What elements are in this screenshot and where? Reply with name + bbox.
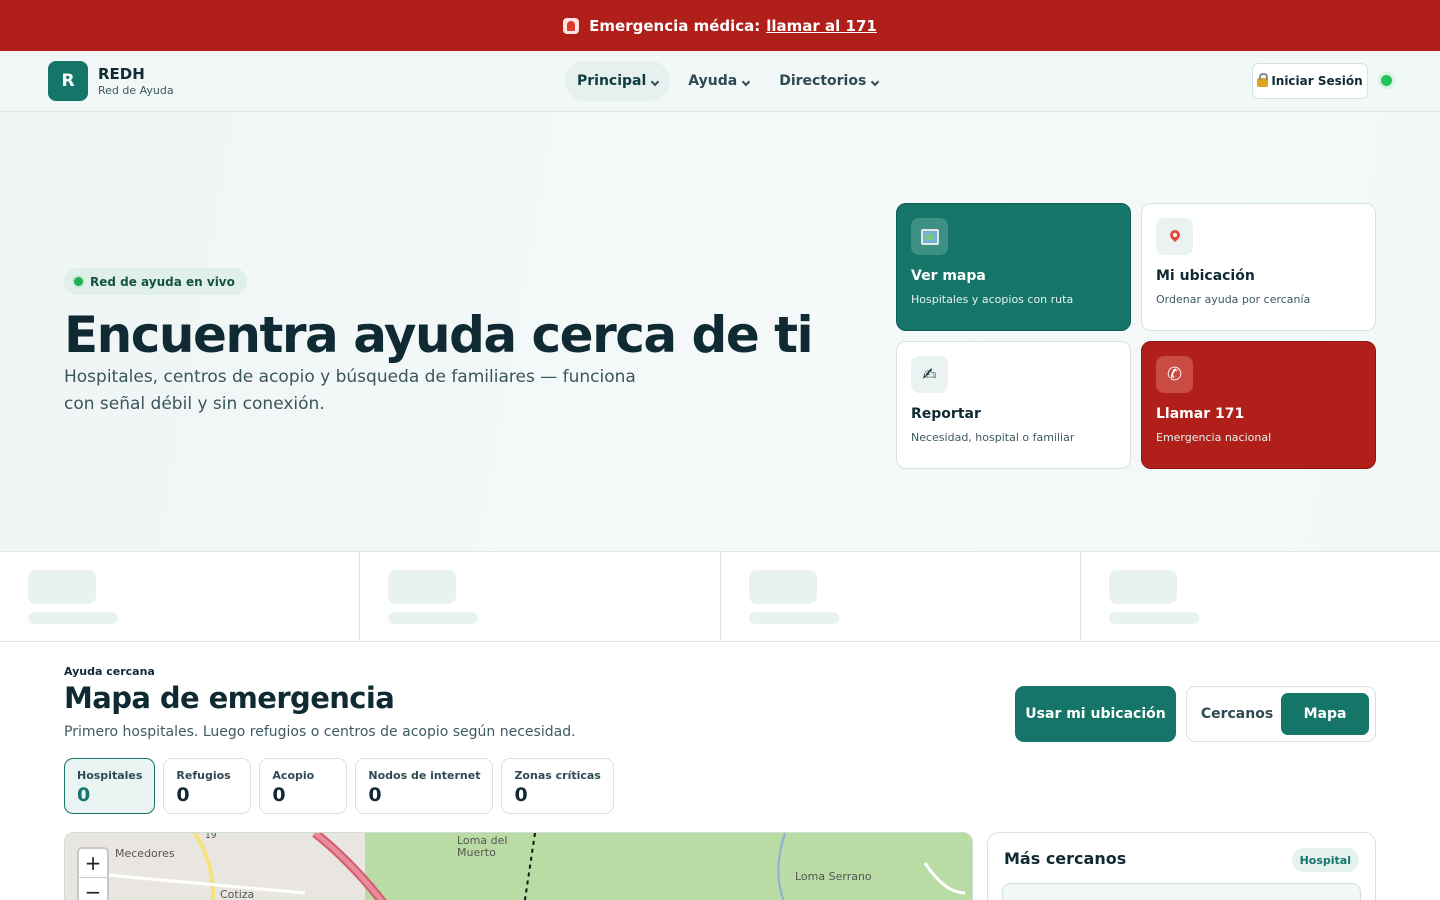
card-subtitle: Hospitales y acopios con ruta bbox=[911, 293, 1074, 306]
zoom-control: + − bbox=[77, 847, 109, 900]
live-badge-label: Red de ayuda en vivo bbox=[90, 274, 235, 289]
hero-section: Red de ayuda en vivo Encuentra ayuda cer… bbox=[0, 112, 1440, 552]
report-card[interactable]: ✍ Reportar Necesidad, hospital o familia… bbox=[896, 341, 1131, 469]
nav-principal[interactable]: Principal bbox=[565, 61, 671, 101]
pin-icon bbox=[1156, 218, 1193, 255]
live-dot-icon bbox=[74, 277, 83, 286]
toggle-nearby[interactable]: Cercanos bbox=[1193, 693, 1281, 735]
live-badge: Red de ayuda en vivo bbox=[64, 268, 247, 295]
siren-icon bbox=[563, 17, 580, 34]
filter-count: 0 bbox=[77, 784, 91, 806]
phone-icon: ✆ bbox=[1156, 356, 1193, 393]
filter-count: 0 bbox=[514, 784, 528, 806]
emergency-map[interactable]: Mecedores Cotiza Loma del Muerto Loma Se… bbox=[64, 832, 973, 900]
nav-label: Principal bbox=[577, 73, 647, 89]
main-nav: Principal Ayuda Directorios bbox=[565, 61, 890, 101]
filter-label: Acopio bbox=[272, 769, 315, 782]
card-subtitle: Ordenar ayuda por cercanía bbox=[1156, 293, 1311, 306]
brand[interactable]: R REDH Red de Ayuda bbox=[48, 61, 174, 101]
filter-count: 0 bbox=[176, 784, 190, 806]
hero-subtitle: Hospitales, centros de acopio y búsqueda… bbox=[64, 367, 636, 414]
filter-label: Zonas críticas bbox=[514, 769, 601, 782]
emergency-banner: Emergencia médica: llamar al 171 bbox=[0, 0, 1440, 51]
map-label: 19 bbox=[205, 832, 217, 841]
card-title: Mi ubicación bbox=[1156, 268, 1255, 284]
nav-label: Directorios bbox=[779, 73, 867, 89]
filter-nodos-internet[interactable]: Nodos de internet 0 bbox=[355, 758, 494, 814]
map-label: Cotiza bbox=[220, 888, 255, 900]
top-header: R REDH Red de Ayuda Principal Ayuda Dire… bbox=[0, 51, 1440, 112]
map-label: Loma del Muerto bbox=[457, 834, 508, 859]
use-location-button[interactable]: Usar mi ubicación bbox=[1015, 686, 1176, 742]
card-subtitle: Emergencia nacional bbox=[1156, 431, 1272, 444]
stat-skeleton bbox=[0, 552, 361, 641]
card-title: Reportar bbox=[911, 406, 981, 422]
nearest-panel: Más cercanos Hospital bbox=[987, 832, 1376, 900]
card-title: Ver mapa bbox=[911, 268, 986, 284]
hero-title: Encuentra ayuda cerca de ti bbox=[64, 306, 814, 364]
filter-label: Nodos de internet bbox=[368, 769, 481, 782]
nav-label: Ayuda bbox=[688, 73, 738, 89]
online-status-icon bbox=[1381, 75, 1392, 86]
section-subtitle: Primero hospitales. Luego refugios o cen… bbox=[64, 724, 576, 740]
chevron-down-icon bbox=[741, 77, 751, 87]
my-location-card[interactable]: Mi ubicación Ordenar ayuda por cercanía bbox=[1141, 203, 1376, 331]
map-label: Loma Serrano bbox=[795, 870, 872, 883]
stats-skeleton bbox=[0, 552, 1440, 642]
login-label: Iniciar Sesión bbox=[1271, 74, 1363, 88]
map-icon bbox=[911, 218, 948, 255]
brand-subtitle: Red de Ayuda bbox=[98, 84, 174, 97]
chevron-down-icon bbox=[651, 77, 660, 87]
chevron-down-icon bbox=[871, 77, 880, 87]
nav-directorios[interactable]: Directorios bbox=[767, 61, 890, 101]
stat-skeleton bbox=[1080, 552, 1440, 641]
stat-skeleton bbox=[720, 552, 1081, 641]
emergency-text: Emergencia médica: bbox=[589, 16, 761, 35]
filter-acopio[interactable]: Acopio 0 bbox=[259, 758, 348, 814]
filter-refugios[interactable]: Refugios 0 bbox=[163, 758, 252, 814]
map-label: Mecedores bbox=[115, 847, 175, 860]
section-title: Mapa de emergencia bbox=[64, 681, 395, 715]
section-eyebrow: Ayuda cercana bbox=[64, 665, 155, 678]
category-filters: Hospitales 0 Refugios 0 Acopio 0 Nodos d… bbox=[64, 758, 614, 814]
nearest-item[interactable] bbox=[1002, 883, 1361, 900]
toggle-map[interactable]: Mapa bbox=[1281, 693, 1369, 735]
filter-count: 0 bbox=[368, 784, 382, 806]
lock-icon bbox=[1257, 73, 1269, 87]
filter-hospitales[interactable]: Hospitales 0 bbox=[64, 758, 156, 814]
filter-label: Hospitales bbox=[77, 769, 143, 782]
card-title: Llamar 171 bbox=[1156, 406, 1245, 422]
view-toggle: Cercanos Mapa bbox=[1186, 686, 1376, 742]
card-subtitle: Necesidad, hospital o familiar bbox=[911, 431, 1075, 444]
view-map-card[interactable]: Ver mapa Hospitales y acopios con ruta bbox=[896, 203, 1131, 331]
filter-zonas-criticas[interactable]: Zonas críticas 0 bbox=[501, 758, 614, 814]
stat-skeleton bbox=[360, 552, 721, 641]
nav-ayuda[interactable]: Ayuda bbox=[676, 61, 761, 101]
quick-actions: Ver mapa Hospitales y acopios con ruta M… bbox=[896, 203, 1376, 469]
call-171-card[interactable]: ✆ Llamar 171 Emergencia nacional bbox=[1141, 341, 1376, 469]
login-button[interactable]: Iniciar Sesión bbox=[1252, 63, 1368, 99]
filter-label: Refugios bbox=[176, 769, 231, 782]
zoom-in-button[interactable]: + bbox=[79, 849, 107, 877]
brand-name: REDH bbox=[98, 65, 145, 83]
nearest-type-badge: Hospital bbox=[1291, 848, 1359, 872]
emergency-call-link[interactable]: llamar al 171 bbox=[766, 17, 877, 35]
filter-count: 0 bbox=[272, 784, 286, 806]
logo: R bbox=[48, 61, 88, 101]
writing-hand-icon: ✍ bbox=[911, 356, 948, 393]
zoom-out-button[interactable]: − bbox=[79, 877, 107, 900]
